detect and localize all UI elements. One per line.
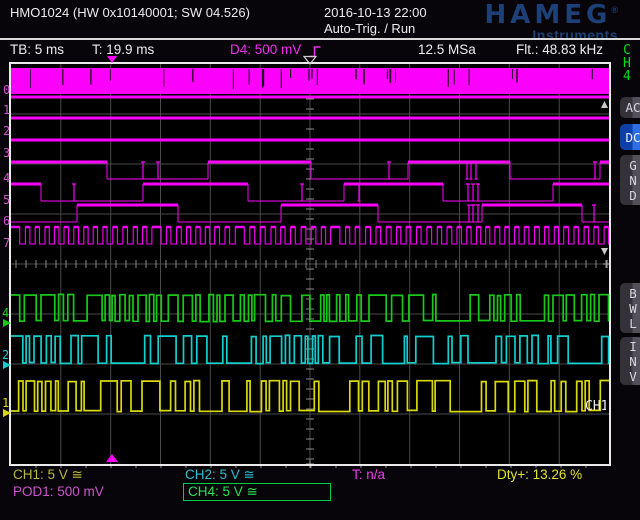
pod-scroll-down-icon bbox=[601, 248, 608, 255]
device-info: HMO1024 (HW 0x10140001; SW 04.526) bbox=[10, 5, 250, 20]
digital-trace-D4: 4 bbox=[3, 161, 609, 186]
analog-trace-CH4: 4 bbox=[2, 294, 609, 327]
pod1-scale-readout: POD1: 500 mV bbox=[13, 484, 104, 499]
graticule-background bbox=[11, 64, 609, 464]
trigger-position-marker-bottom[interactable] bbox=[106, 454, 118, 462]
datetime: 2016-10-13 22:00 bbox=[324, 5, 427, 20]
channel-position-marker-icon[interactable] bbox=[3, 319, 11, 327]
ch2-scale-readout: CH2: 5 V ≅ bbox=[185, 467, 255, 483]
coupling-gnd-button[interactable]: G N D bbox=[620, 155, 640, 205]
digital-trace-D7: 7 bbox=[3, 227, 609, 250]
invert-button[interactable]: I N V bbox=[620, 337, 640, 385]
coupling-ac-button[interactable]: AC bbox=[620, 97, 640, 118]
filter-readout: Flt.: 48.83 kHz bbox=[516, 42, 603, 57]
registered-trademark-icon: ® bbox=[611, 5, 618, 15]
clipped-ch1-label: CH1 bbox=[585, 399, 608, 414]
digital-trace-D5: 5 bbox=[3, 183, 609, 208]
trigger-source-level-readout: D4: 500 mV bbox=[230, 42, 301, 57]
bandwidth-limit-button[interactable]: B W L bbox=[620, 283, 640, 333]
coupling-dc-button[interactable]: DC bbox=[620, 124, 640, 150]
trigger-value-readout: T: n/a bbox=[352, 467, 385, 482]
acquisition-status: Auto-Trig. / Run bbox=[324, 21, 415, 36]
header-divider bbox=[0, 38, 640, 40]
svg-text:0: 0 bbox=[3, 83, 10, 97]
ch4-scale-readout: CH4: 5 V ≅ bbox=[184, 484, 258, 500]
pod-scroll-up-icon bbox=[601, 101, 608, 108]
digital-trace-D1: 1 bbox=[3, 96, 609, 118]
digital-trace-D3: 3 bbox=[3, 139, 609, 161]
rising-edge-trigger-icon bbox=[308, 44, 322, 59]
svg-text:2: 2 bbox=[3, 124, 10, 138]
trigger-position-marker-top[interactable] bbox=[107, 56, 117, 63]
svg-text:5: 5 bbox=[3, 193, 10, 207]
channel-position-marker-icon[interactable] bbox=[3, 361, 11, 369]
analog-trace-CH1: 1 bbox=[2, 381, 609, 418]
trigger-time-readout: T: 19.9 ms bbox=[92, 42, 154, 57]
digital-trace-D2: 2 bbox=[3, 117, 609, 139]
ch4-selected-channel-box[interactable]: CH4: 5 V ≅ bbox=[183, 483, 331, 501]
analog-trace-CH2: 2 bbox=[2, 335, 609, 369]
svg-text:4: 4 bbox=[2, 306, 9, 320]
hameg-hmo1024-screen: HMO1024 (HW 0x10140001; SW 04.526) 2016-… bbox=[0, 0, 640, 520]
svg-text:4: 4 bbox=[3, 171, 10, 185]
sample-rate-readout: 12.5 MSa bbox=[418, 42, 476, 57]
waveform-display: 0 1 2 3 4 5 6 7 4 2 1 CH1 bbox=[0, 0, 640, 520]
sidebar-channel-label: C H 4 bbox=[623, 44, 631, 83]
duty-cycle-readout: Dty+: 13.26 % bbox=[497, 467, 582, 482]
ch1-scale-readout: CH1: 5 V ≅ bbox=[13, 467, 83, 483]
graticule-gridlines bbox=[11, 64, 609, 464]
digital-trace-D0: 0 bbox=[3, 68, 609, 97]
svg-text:1: 1 bbox=[2, 396, 9, 410]
channel-position-marker-icon[interactable] bbox=[3, 409, 11, 417]
graticule-border bbox=[10, 63, 610, 465]
timebase-readout: TB: 5 ms bbox=[10, 42, 64, 57]
svg-text:2: 2 bbox=[2, 348, 9, 362]
graticule-ticks bbox=[16, 69, 606, 468]
svg-text:6: 6 bbox=[3, 214, 10, 228]
digital-trace-D6: 6 bbox=[3, 204, 609, 229]
svg-text:1: 1 bbox=[3, 103, 10, 117]
svg-text:3: 3 bbox=[3, 146, 10, 160]
svg-text:7: 7 bbox=[3, 236, 10, 250]
center-line-end-marks bbox=[306, 260, 611, 468]
